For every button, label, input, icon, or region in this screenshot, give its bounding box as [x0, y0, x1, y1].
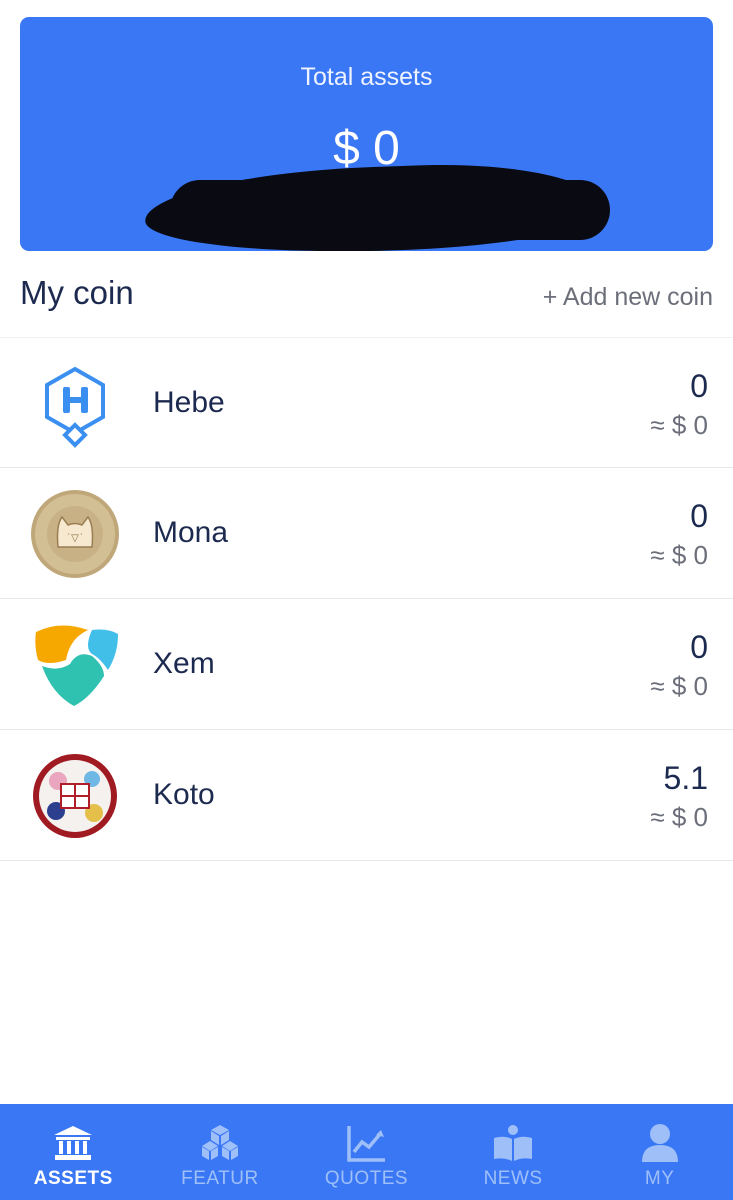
coin-fiat-value: ≈ $ 0	[650, 540, 708, 570]
coin-name: Mona	[153, 516, 229, 549]
coin-fiat-value: ≈ $ 0	[650, 802, 708, 832]
total-assets-title: Total assets	[300, 63, 433, 91]
coin-amount: 0	[690, 368, 708, 404]
coin-fiat-value: ≈ $ 0	[650, 671, 708, 701]
bank-icon	[54, 1126, 93, 1160]
koto-logo-icon	[33, 754, 117, 838]
coin-row-mona[interactable]: ˙▽˙ Mona 0 ≈ $ 0	[0, 468, 733, 599]
tab-quotes[interactable]: QUOTES	[293, 1104, 440, 1200]
my-coin-heading: My coin	[20, 274, 134, 311]
user-icon	[641, 1124, 678, 1162]
bottom-tab-bar: ASSETS FEATUR QUOTES NEWS MY	[0, 1104, 733, 1200]
total-assets-card: Total assets $ 0	[20, 17, 713, 251]
tab-label: QUOTES	[324, 1168, 409, 1189]
coin-row-xem[interactable]: Xem 0 ≈ $ 0	[0, 599, 733, 730]
book-icon	[494, 1125, 533, 1161]
tab-my[interactable]: MY	[586, 1104, 733, 1200]
coin-name: Hebe	[153, 386, 225, 419]
add-new-coin-button[interactable]: + Add new coin	[543, 283, 713, 312]
coin-list: Hebe 0 ≈ $ 0 ˙▽˙ Mona 0 ≈ $ 0 Xem 0 ≈ $ …	[0, 337, 733, 861]
redaction-mark-fill	[170, 180, 610, 240]
hebe-logo-icon	[45, 366, 105, 448]
coin-row-hebe[interactable]: Hebe 0 ≈ $ 0	[0, 337, 733, 468]
chart-icon	[347, 1126, 386, 1162]
svg-text:˙▽˙: ˙▽˙	[66, 533, 84, 544]
tab-label: NEWS	[483, 1168, 543, 1189]
blocks-icon	[201, 1125, 238, 1160]
coin-amount: 0	[690, 498, 708, 534]
tab-assets[interactable]: ASSETS	[0, 1104, 147, 1200]
coin-amount: 5.1	[663, 760, 708, 796]
coin-fiat-value: ≈ $ 0	[650, 410, 708, 440]
coin-name: Xem	[153, 647, 215, 680]
tab-news[interactable]: NEWS	[440, 1104, 587, 1200]
nem-logo-icon	[35, 625, 118, 706]
my-coin-header: My coin + Add new coin	[20, 272, 713, 312]
coin-amount: 0	[690, 629, 708, 665]
tab-label: FEATUR	[181, 1168, 259, 1189]
coin-row-koto[interactable]: Koto 5.1 ≈ $ 0	[0, 730, 733, 861]
tab-label: ASSETS	[33, 1168, 113, 1189]
tab-featur[interactable]: FEATUR	[147, 1104, 294, 1200]
tab-label: MY	[644, 1168, 675, 1189]
monacoin-logo-icon: ˙▽˙	[31, 490, 119, 578]
coin-name: Koto	[153, 778, 215, 811]
